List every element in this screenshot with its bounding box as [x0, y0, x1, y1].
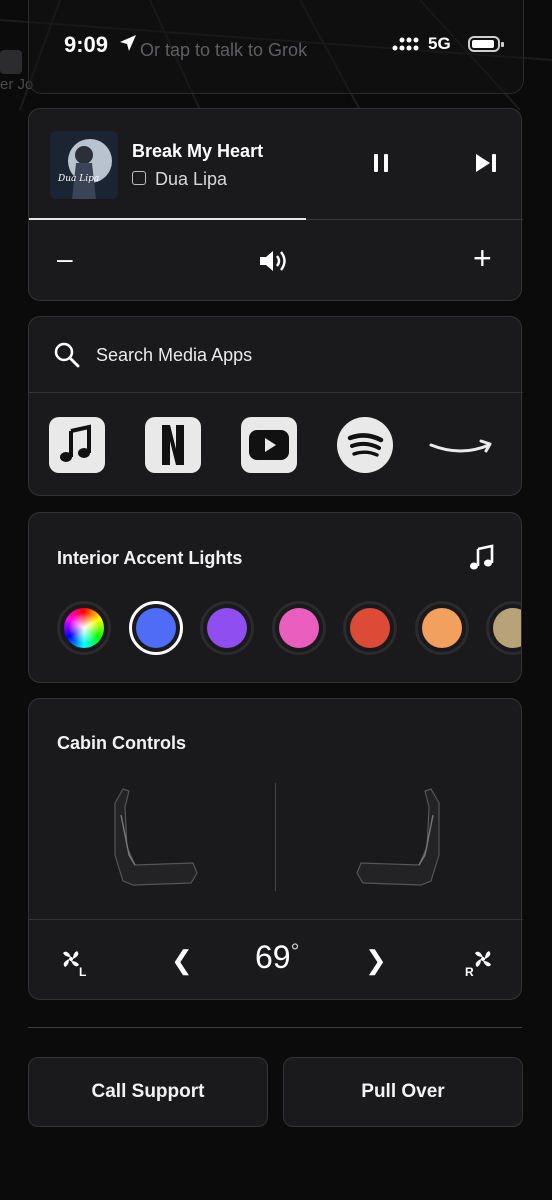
accent-color-swatch-blue[interactable] — [128, 601, 183, 655]
left-fan-label: L — [79, 965, 87, 979]
cabin-temperature: 69° — [255, 939, 299, 976]
seat-divider — [275, 783, 276, 891]
temperature-down-chevron-icon[interactable]: ❮ — [171, 945, 193, 976]
interior-accent-lights-card: Interior Accent Lights — [28, 512, 522, 683]
accent-color-dot — [207, 608, 247, 648]
divider — [29, 919, 523, 920]
left-seat-icon[interactable] — [107, 785, 203, 889]
accent-color-swatch-pink[interactable] — [271, 601, 326, 655]
accent-color-dot — [135, 608, 176, 648]
section-divider — [28, 1027, 522, 1028]
youtube-icon[interactable] — [241, 417, 297, 473]
search-media-apps-input[interactable]: Search Media Apps — [96, 345, 252, 366]
pull-over-button[interactable]: Pull Over — [283, 1057, 523, 1127]
now-playing-card: Dua Lipa Break My Heart Dua Lipa – + — [28, 108, 523, 301]
cabin-controls-card: Cabin Controls L ❮ 69° ❯ R — [28, 698, 523, 1000]
amazon-music-icon[interactable] — [429, 417, 495, 473]
search-icon — [54, 342, 80, 368]
clock: 9:09 — [64, 32, 109, 57]
accent-color-swatch-gold[interactable] — [486, 601, 521, 655]
music-app-icon[interactable] — [49, 417, 105, 473]
song-title: Break My Heart — [132, 141, 264, 161]
accent-color-dot — [350, 608, 390, 648]
media-apps-card: Search Media Apps — [28, 316, 523, 496]
right-fan-label: R — [465, 965, 474, 979]
right-seat-icon[interactable] — [351, 785, 447, 889]
accent-color-swatch-purple[interactable] — [200, 601, 254, 655]
artist-name: Dua Lipa — [155, 169, 228, 189]
music-source-icon — [132, 171, 146, 185]
next-track-icon[interactable] — [473, 151, 499, 175]
battery-icon — [468, 36, 504, 52]
status-bar: 9:09 5G — [0, 0, 552, 94]
svg-text:Dua Lipa: Dua Lipa — [57, 174, 99, 184]
accent-color-dot — [64, 608, 104, 648]
network-type: 5G — [428, 34, 451, 53]
music-sync-icon[interactable] — [467, 543, 497, 571]
accent-color-dot — [421, 608, 462, 648]
accent-color-swatch-rainbow[interactable] — [57, 601, 111, 655]
accent-color-swatch-orange[interactable] — [414, 601, 469, 655]
accent-color-dot — [493, 608, 521, 648]
volume-icon — [260, 251, 286, 271]
album-art[interactable]: Dua Lipa — [50, 131, 118, 199]
cabin-controls-title: Cabin Controls — [57, 733, 186, 753]
pause-icon[interactable] — [369, 151, 393, 175]
location-arrow-icon — [120, 35, 136, 51]
degree-symbol: ° — [290, 939, 300, 964]
spotify-icon[interactable] — [337, 417, 393, 473]
netflix-icon[interactable] — [145, 417, 201, 473]
playback-progress-bar[interactable] — [29, 218, 523, 220]
accent-color-swatch-red[interactable] — [343, 601, 397, 655]
accent-lights-title: Interior Accent Lights — [57, 548, 243, 568]
accent-color-dot — [278, 608, 319, 648]
divider — [29, 392, 523, 393]
call-support-button[interactable]: Call Support — [28, 1057, 268, 1127]
volume-down-button[interactable]: – — [57, 244, 73, 274]
temperature-up-chevron-icon[interactable]: ❯ — [365, 945, 387, 976]
temperature-value: 69 — [255, 939, 291, 975]
volume-up-button[interactable]: + — [473, 241, 492, 275]
signal-icon — [392, 37, 419, 51]
